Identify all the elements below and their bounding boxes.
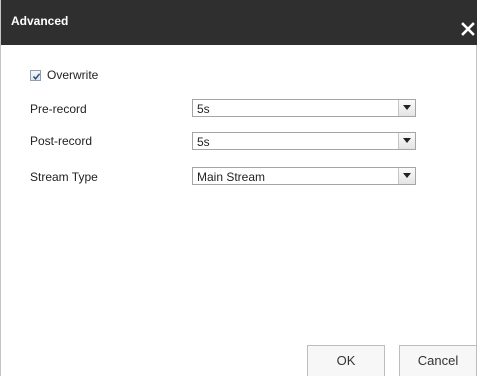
chevron-down-icon[interactable] [398,168,415,184]
stream-type-value: Main Stream [197,170,266,184]
dialog-title: Advanced [11,14,69,28]
pre-record-select[interactable]: 5s [192,99,416,117]
dialog-titlebar: Advanced [1,0,477,45]
post-record-value: 5s [197,135,210,149]
post-record-select[interactable]: 5s [192,132,416,150]
checkmark-icon [32,73,41,80]
overwrite-label: Overwrite [47,68,99,82]
cancel-button[interactable]: Cancel [399,345,477,376]
pre-record-label: Pre-record [30,102,87,116]
pre-record-value: 5s [197,102,210,116]
advanced-dialog: Advanced Overwrite Pre-record 5s Post-re… [0,0,477,376]
overwrite-checkbox[interactable] [30,70,41,81]
chevron-down-icon[interactable] [398,133,415,149]
post-record-label: Post-record [30,134,93,148]
ok-button[interactable]: OK [307,345,385,376]
close-icon[interactable] [461,22,475,36]
stream-type-select[interactable]: Main Stream [192,167,416,185]
chevron-down-icon[interactable] [398,100,415,116]
stream-type-label: Stream Type [30,170,98,184]
